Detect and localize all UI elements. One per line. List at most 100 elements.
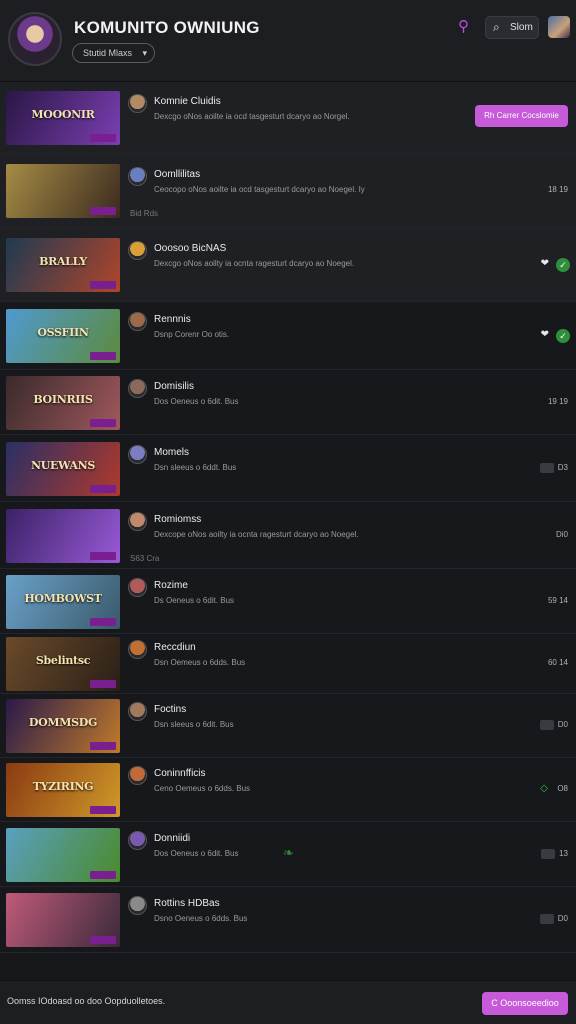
game-thumbnail[interactable]: DOMMSDG [6, 699, 120, 753]
row-name[interactable]: Donniidi [154, 833, 190, 844]
row-avatar [128, 702, 147, 721]
game-thumbnail[interactable] [6, 828, 120, 882]
row-count: 59 14 [548, 596, 568, 605]
thumbnail-title: BOINRIIS [33, 393, 93, 406]
status-icon: ◇ [540, 783, 548, 794]
list-item[interactable]: MOOONIR Komnie Cluidis Dexcgo oNos aoilte … [0, 82, 576, 154]
row-avatar [128, 312, 147, 331]
list-item[interactable]: OSSFIIN Rennnis Dsnp Corenr Oo otis. ❤ ✓ [0, 302, 576, 370]
count-chip-icon[interactable] [539, 914, 554, 924]
thumbnail-badge [90, 552, 116, 560]
row-count: D0 [539, 720, 568, 730]
filter-dropdown[interactable]: Stutid Mlaxs ▾ [72, 43, 156, 63]
thumbnail-badge [90, 871, 116, 879]
search-icon[interactable]: ⚲ [458, 19, 474, 35]
row-name[interactable]: Momels [154, 447, 189, 458]
user-avatar[interactable] [548, 16, 570, 38]
row-avatar [128, 241, 147, 260]
thumbnail-badge [90, 742, 116, 750]
list-item[interactable]: Sbelintsc Reccdiun Dsn Oemeus o 6dds. Bus 6… [0, 634, 576, 694]
thumbnail-title: MOOONIR [31, 108, 95, 121]
row-description: Dsn sleeus o 6dit. Bus [154, 720, 234, 729]
row-name[interactable]: Oomllilitas [154, 169, 200, 180]
row-count-value: D3 [557, 463, 568, 473]
thumbnail-title: Sbelintsc [35, 654, 91, 667]
row-description: Dexcgo oNos aoilte ia ocd tasgesturt dca… [154, 112, 350, 121]
row-meta: S63 Cra [130, 554, 160, 563]
row-count-value: 59 14 [547, 596, 568, 605]
game-thumbnail[interactable]: MOOONIR [6, 91, 120, 145]
magnifier-icon: ⌕ [493, 20, 500, 34]
row-name[interactable]: Rottins HDBas [154, 898, 220, 909]
check-icon[interactable]: ✓ [556, 329, 570, 343]
footer-action-button[interactable]: C Ooonsoeedioo [482, 992, 568, 1015]
thumbnail-badge [90, 352, 116, 360]
row-avatar [128, 578, 147, 597]
row-name[interactable]: Domisilis [154, 381, 194, 392]
row-name[interactable]: Romiomss [154, 514, 201, 525]
list-item[interactable]: Romiomss Dexcope oNos aoilty ia ocnta rag… [0, 502, 576, 569]
thumbnail-badge [90, 485, 116, 493]
row-name[interactable]: Ooosoo BicNAS [154, 243, 226, 254]
row-name[interactable]: Reccdiun [154, 642, 196, 653]
thumbnail-title: OSSFIIN [37, 326, 89, 339]
list-item[interactable]: HOMBOWST Rozime Ds Oeneus o 6dit. Bus 59 14 [0, 569, 576, 634]
game-thumbnail[interactable]: OSSFIIN [6, 309, 120, 363]
row-avatar [128, 167, 147, 186]
row-avatar [128, 94, 147, 113]
row-name[interactable]: Rozime [154, 580, 188, 591]
row-avatar [128, 512, 147, 531]
row-count: 60 14 [548, 658, 568, 667]
list-item[interactable]: DOMMSDG Foctins Dsn sleeus o 6dit. Bus D0 [0, 694, 576, 758]
row-count: 13 [541, 849, 568, 859]
row-count-value: D0 [557, 720, 568, 730]
count-chip-icon[interactable] [541, 849, 556, 859]
game-thumbnail[interactable]: HOMBOWST [6, 575, 120, 629]
list-item[interactable]: TYZIRING Coninnfficis Ceno Oemeus o 6dds. … [0, 758, 576, 822]
search-button[interactable]: ⌕ Slom [485, 16, 539, 39]
check-icon[interactable]: ✓ [556, 258, 570, 272]
thumbnail-badge [90, 281, 116, 289]
game-thumbnail[interactable]: Sbelintsc [6, 637, 120, 691]
row-count-value: 60 14 [547, 658, 568, 667]
thumbnail-badge [90, 618, 116, 626]
row-description: Dsno Oeneus o 6dds. Bus [154, 914, 248, 923]
row-description: Dos Oeneus o 6dit. Bus [154, 849, 239, 858]
row-name[interactable]: Coninnfficis [154, 768, 206, 779]
row-count: 19 19 [548, 397, 568, 406]
footer-text: Oomss IOdoasd oo doo Oopduolletoes. [7, 996, 166, 1006]
like-icon[interactable]: ❤ [541, 258, 549, 269]
row-name[interactable]: Rennnis [154, 314, 191, 325]
row-count-value: 18 19 [547, 185, 568, 194]
row-name[interactable]: Foctins [154, 704, 186, 715]
game-thumbnail[interactable]: NUEWANS [6, 442, 120, 496]
game-thumbnail[interactable] [6, 164, 120, 218]
list-item[interactable]: BRALLY Ooosoo BicNAS Dexcgo oNos aoilty ia… [0, 228, 576, 302]
join-button[interactable]: Rh Carrer Cocslomie [475, 105, 568, 127]
thumbnail-badge [90, 134, 116, 142]
thumbnail-badge [90, 419, 116, 427]
list-item[interactable]: Rottins HDBas Dsno Oeneus o 6dds. Bus D0 [0, 887, 576, 953]
page-title: KOMUNITO OWNIUNG [74, 18, 260, 37]
row-avatar [128, 896, 147, 915]
list-item[interactable]: BOINRIIS Domisilis Dos Oeneus o 6dit. Bus 1… [0, 370, 576, 435]
row-count-value: Di0 [555, 530, 568, 539]
game-thumbnail[interactable] [6, 509, 120, 563]
footer-bar: Oomss IOdoasd oo doo Oopduolletoes. C Oo… [0, 980, 576, 1024]
row-count: Di0 [556, 530, 568, 539]
like-icon[interactable]: ❤ [541, 329, 549, 340]
row-description: Dexcgo oNos aoilty ia ocnta ragesturt dc… [154, 259, 355, 268]
list-item[interactable]: Oomllilitas Ceocopo oNos aoilte ia ocd ta… [0, 154, 576, 228]
game-thumbnail[interactable]: TYZIRING [6, 763, 120, 817]
row-count: D3 [539, 463, 568, 473]
thumbnail-badge [90, 806, 116, 814]
count-chip-icon[interactable] [539, 463, 554, 473]
list-item[interactable]: NUEWANS Momels Dsn sleeus o 6ddt. Bus D3 [0, 435, 576, 502]
row-name[interactable]: Komnie Cluidis [154, 96, 221, 107]
game-thumbnail[interactable]: BRALLY [6, 238, 120, 292]
game-thumbnail[interactable]: BOINRIIS [6, 376, 120, 430]
count-chip-icon[interactable] [539, 720, 554, 730]
community-avatar[interactable] [8, 12, 62, 66]
chevron-down-icon: ▾ [142, 48, 148, 58]
game-thumbnail[interactable] [6, 893, 120, 947]
